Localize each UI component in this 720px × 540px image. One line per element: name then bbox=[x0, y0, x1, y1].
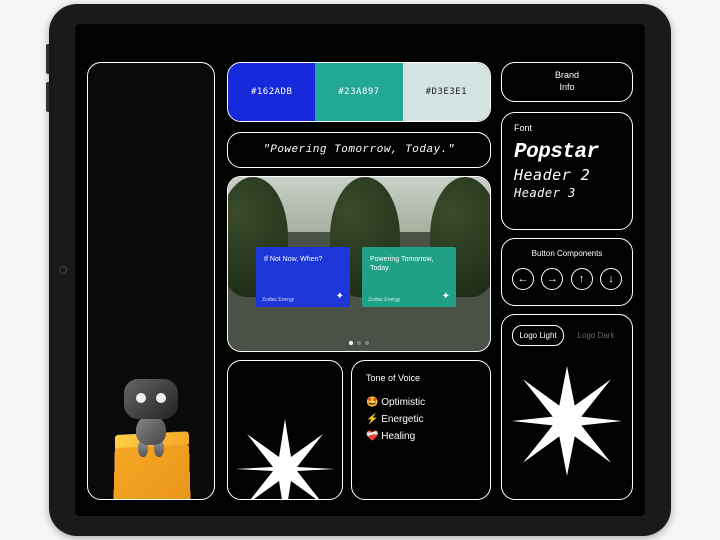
billboard-2: Powering Tomorrow, Today. ✦ Zodiac Energ… bbox=[362, 247, 456, 307]
carousel-dots[interactable] bbox=[349, 341, 369, 345]
arrow-right-icon[interactable]: → bbox=[541, 268, 563, 290]
button-components-label: Button Components bbox=[512, 249, 622, 258]
swatch-1[interactable]: #162ADB bbox=[228, 63, 315, 121]
swatch-2[interactable]: #23A897 bbox=[315, 63, 402, 121]
billboard-2-brand: Zodiac Energy bbox=[368, 297, 400, 304]
billboard-1: If Not Now, When? ✦ Zodiac Energy bbox=[256, 247, 350, 307]
logo-card: Logo Light Logo Dark bbox=[501, 314, 633, 500]
tone-item-optimistic: 🤩 Optimistic bbox=[366, 397, 476, 408]
tab-logo-dark[interactable]: Logo Dark bbox=[570, 325, 622, 346]
font-h3: Header 3 bbox=[514, 186, 620, 200]
billboard-1-headline: If Not Now, When? bbox=[264, 255, 342, 264]
tab-logo-light[interactable]: Logo Light bbox=[512, 325, 564, 346]
arrow-down-icon[interactable]: ↓ bbox=[600, 268, 622, 290]
font-label: Font bbox=[514, 123, 620, 133]
tone-label: Tone of Voice bbox=[366, 373, 476, 383]
arrow-left-icon[interactable]: ← bbox=[512, 268, 534, 290]
brand-info-label: BrandInfo bbox=[555, 70, 579, 93]
brand-info-button[interactable]: BrandInfo bbox=[501, 62, 633, 102]
home-button[interactable] bbox=[59, 266, 67, 274]
tone-item-healing: ❤️‍🩹 Healing bbox=[366, 431, 476, 442]
mockup-preview[interactable]: If Not Now, When? ✦ Zodiac Energy Poweri… bbox=[227, 176, 491, 352]
tablet-frame: #162ADB #23A897 #D3E3E1 "Powering Tomorr… bbox=[49, 4, 671, 536]
billboard-2-headline: Powering Tomorrow, Today. bbox=[370, 255, 448, 273]
mascot-illustration bbox=[88, 239, 214, 499]
sidebar-preview bbox=[87, 62, 215, 500]
color-palette[interactable]: #162ADB #23A897 #D3E3E1 bbox=[227, 62, 491, 122]
tagline-text: "Powering Tomorrow, Today." bbox=[263, 144, 455, 156]
logo-mark-card bbox=[227, 360, 343, 500]
font-card: Font Popstar Header 2 Header 3 bbox=[501, 112, 633, 230]
swatch-3[interactable]: #D3E3E1 bbox=[403, 63, 490, 121]
tone-of-voice-card: Tone of Voice 🤩 Optimistic ⚡ Energetic ❤… bbox=[351, 360, 491, 500]
tagline-card: "Powering Tomorrow, Today." bbox=[227, 132, 491, 168]
button-components-card: Button Components ← → ↑ ↓ bbox=[501, 238, 633, 306]
font-h2: Header 2 bbox=[514, 166, 620, 184]
logo-preview bbox=[512, 356, 622, 486]
billboard-1-brand: Zodiac Energy bbox=[262, 297, 294, 304]
font-h1: Popstar bbox=[514, 141, 620, 164]
arrow-up-icon[interactable]: ↑ bbox=[571, 268, 593, 290]
screen: #162ADB #23A897 #D3E3E1 "Powering Tomorr… bbox=[75, 24, 645, 516]
star-icon bbox=[235, 419, 335, 500]
tone-item-energetic: ⚡ Energetic bbox=[366, 414, 476, 425]
